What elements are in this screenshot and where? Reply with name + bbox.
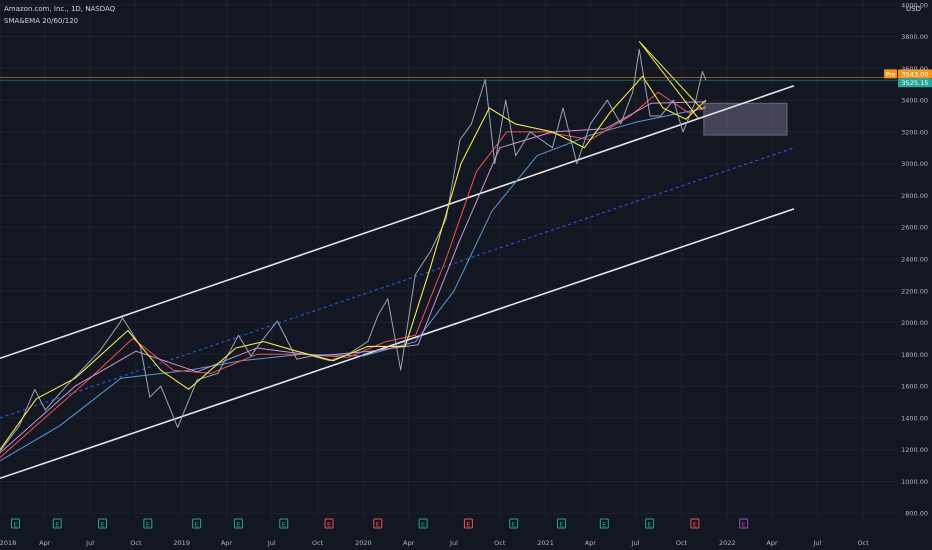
y-tick-label: 2600.00 (901, 224, 928, 232)
y-tick-label: 3200.00 (901, 128, 928, 136)
channel-lower-line (0, 208, 795, 480)
x-tick-label: Oct (858, 539, 870, 547)
y-tick-label: 1000.00 (901, 478, 928, 486)
triangle-line (638, 40, 703, 110)
y-tick-label: 1400.00 (901, 414, 928, 422)
channel-midline (0, 147, 795, 419)
earnings-marker-label: E (421, 521, 425, 529)
x-tick-label: Apr (403, 539, 415, 547)
earnings-marker-label: E (13, 521, 17, 529)
earnings-marker-label: E (602, 521, 606, 529)
price-line (0, 48, 707, 452)
y-tick-label: 1600.00 (901, 383, 928, 391)
support-zone-box (703, 102, 788, 136)
x-tick-label: Apr (221, 539, 233, 547)
price-tag-value: 3525.15 (902, 79, 929, 87)
x-tick-label: Jul (812, 539, 821, 547)
y-tick-label: 3800.00 (901, 33, 928, 41)
x-tick-label: Oct (130, 539, 142, 547)
indicator-legend[interactable]: SMA&EMA 20/60/120 (4, 17, 78, 25)
earnings-marker-label: E (100, 521, 104, 529)
earnings-marker-label: E (236, 521, 240, 529)
earnings-marker-label: E (146, 521, 150, 529)
x-tick-label: 2019 (173, 539, 190, 547)
x-tick-label: Oct (494, 539, 506, 547)
y-tick-label: 3600.00 (901, 65, 928, 73)
earnings-marker-label: E (55, 521, 59, 529)
earnings-marker-label: E (648, 521, 652, 529)
x-tick-label: Oct (676, 539, 688, 547)
x-tick-label: Oct (312, 539, 324, 547)
channel-upper-line (0, 85, 795, 360)
y-tick-label: 2400.00 (901, 256, 928, 264)
earnings-marker-label: E (512, 521, 516, 529)
y-tick-label: 2800.00 (901, 192, 928, 200)
x-tick-label: 2021 (537, 539, 554, 547)
x-tick-label: Apr (766, 539, 778, 547)
earnings-marker-label: E (742, 521, 746, 529)
ema-line (0, 101, 706, 454)
y-tick-label: 800.00 (905, 510, 928, 518)
earnings-marker-label: E (693, 521, 697, 529)
symbol-title[interactable]: Amazon.com, Inc., 1D, NASDAQ (4, 5, 115, 13)
x-tick-label: Apr (585, 539, 597, 547)
earnings-marker-label: E (195, 521, 199, 529)
earnings-marker-label: E (327, 521, 331, 529)
x-tick-label: Jul (267, 539, 276, 547)
earnings-marker-label: E (466, 521, 470, 529)
x-tick-label: Jul (631, 539, 640, 547)
x-tick-label: Jul (85, 539, 94, 547)
earnings-marker-label: E (282, 521, 286, 529)
y-tick-label: 2000.00 (901, 319, 928, 327)
x-tick-label: 2020 (355, 539, 372, 547)
y-tick-label: 3400.00 (901, 97, 928, 105)
y-tick-label: 1800.00 (901, 351, 928, 359)
x-tick-label: 2022 (719, 539, 736, 547)
x-tick-label: Apr (39, 539, 51, 547)
currency-label: USD (906, 5, 921, 13)
sma120-line (0, 107, 706, 462)
earnings-marker-label: E (376, 521, 380, 529)
y-tick-label: 3000.00 (901, 160, 928, 168)
price-chart[interactable]: 3543.00Pre3525.15E E E E E E E E E E E E E E E E E800.00… (0, 0, 932, 550)
pre-tag-label: Pre (886, 71, 896, 78)
earnings-marker-label: E (559, 521, 563, 529)
y-tick-label: 2200.00 (901, 287, 928, 295)
x-tick-label: Jul (449, 539, 458, 547)
y-tick-label: 1200.00 (901, 446, 928, 454)
x-tick-label: 2018 (0, 539, 16, 547)
chart-window: 3543.00 Pre 3525.15 E E E E E E E E E E E E E E E E E 800.00… (0, 0, 932, 550)
